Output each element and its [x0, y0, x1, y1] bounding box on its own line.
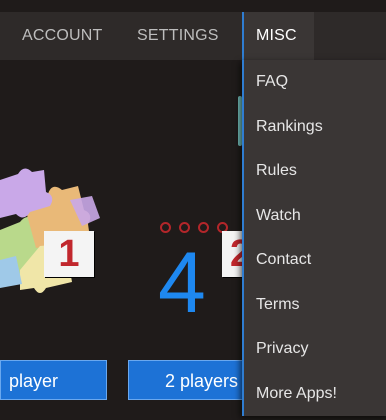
two-players-button[interactable]: 2 players: [128, 360, 258, 400]
menu-item-faq[interactable]: FAQ: [244, 60, 386, 105]
menu-item-rankings[interactable]: Rankings: [244, 105, 386, 150]
misc-dropdown-menu: FAQ Rankings Rules Watch Contact Terms P…: [242, 60, 386, 416]
nav-account[interactable]: ACCOUNT: [22, 12, 103, 60]
score-dot: [179, 222, 190, 233]
number-card-one: 1: [44, 231, 94, 277]
nav-misc[interactable]: MISC: [242, 12, 314, 60]
score-dot: [160, 222, 171, 233]
app-window: ACCOUNT SETTINGS MISC 1 4 2 player 2 pla…: [0, 0, 386, 420]
one-player-button[interactable]: player: [0, 360, 107, 400]
menu-item-watch[interactable]: Watch: [244, 194, 386, 239]
menu-item-rules[interactable]: Rules: [244, 149, 386, 194]
menu-item-privacy[interactable]: Privacy: [244, 327, 386, 372]
nav-settings[interactable]: SETTINGS: [137, 12, 219, 60]
big-digit: 4: [158, 235, 206, 331]
menu-item-terms[interactable]: Terms: [244, 283, 386, 328]
menu-item-more-apps[interactable]: More Apps!: [244, 372, 386, 417]
menu-item-contact[interactable]: Contact: [244, 238, 386, 283]
top-nav: ACCOUNT SETTINGS MISC: [0, 12, 386, 60]
score-dot: [198, 222, 209, 233]
